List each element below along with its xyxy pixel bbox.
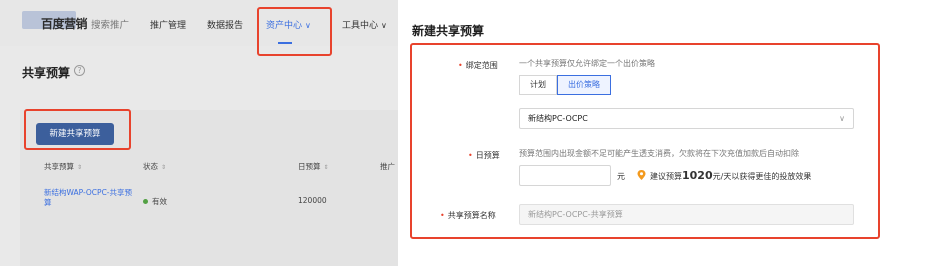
nav-item-tools-label: 工具中心 [342,21,379,31]
daily-budget-unit: 元 [617,172,625,181]
chevron-down-icon: ∨ [381,21,387,30]
nav-item-report[interactable]: 数据报告 [207,18,243,31]
sort-icon: ⇕ [161,164,167,171]
budget-suggestion: 建议预算1020元/天以获得更佳的投放效果 [650,169,811,182]
bid-strategy-select[interactable]: 新结构PC-OCPC ∨ [519,108,854,129]
budget-suggestion-prefix: 建议预算 [650,172,682,181]
column-header-name-label: 共享预算 [44,162,74,171]
bind-scope-option-plan[interactable]: 计划 [519,75,557,95]
screenshot-root: 百度营销 搜索推广 推广管理 数据报告 资产中心 ∨ 工具中心 ∨ 共享预算 ? 新… [0,0,926,266]
daily-budget-label-text: 日预算 [475,151,500,160]
column-header-name[interactable]: 共享预算 ⇕ [44,161,82,172]
column-header-status-label: 状态 [143,162,158,171]
nav-item-campaign[interactable]: 推广管理 [150,18,186,31]
help-icon[interactable]: ? [74,65,85,76]
bind-scope-hint: 一个共享预算仅允许绑定一个出价策略 [519,59,655,68]
budget-name-input[interactable]: 新结构PC-OCPC-共享预算 [519,204,854,225]
required-mark: • [440,211,445,220]
table-row-daily-budget: 120000 [298,196,327,205]
sort-icon: ⇕ [323,164,329,171]
location-pin-icon [637,170,646,180]
highlight-box-assets [257,7,332,56]
nav-item-tools[interactable]: 工具中心 ∨ [342,18,387,31]
bind-scope-label-text: 绑定范围 [465,61,498,70]
daily-budget-hint: 预算范围内出现金额不足可能产生透支消费，欠款将在下次充值加款后自动扣除 [519,149,799,158]
daily-budget-input[interactable] [519,165,611,186]
chevron-down-icon: ∨ [839,114,845,123]
table-row-name-link[interactable]: 新结构WAP-OCPC-共享预算 [44,188,134,208]
background-page: 百度营销 搜索推广 推广管理 数据报告 资产中心 ∨ 工具中心 ∨ 共享预算 ? 新… [0,0,398,266]
bind-scope-option-bid-strategy[interactable]: 出价策略 [557,75,611,95]
top-navigation: 百度营销 搜索推广 推广管理 数据报告 资产中心 ∨ 工具中心 ∨ [0,0,398,46]
daily-budget-label: • 日预算 [468,150,500,161]
bind-scope-toggle: 计划 出价策略 [519,75,611,95]
modal-title: 新建共享预算 [412,24,485,38]
budget-name-label-text: 共享预算名称 [447,211,496,220]
budget-name-label: • 共享预算名称 [440,210,496,221]
column-header-extra: 推广 [380,162,395,171]
column-header-budget[interactable]: 日预算 ⇕ [298,161,329,172]
required-mark: • [458,61,463,70]
column-header-budget-label: 日预算 [298,162,321,171]
status-dot-icon [143,199,148,204]
required-mark: • [468,151,473,160]
sort-icon: ⇕ [77,164,83,171]
bid-strategy-select-value: 新结构PC-OCPC [528,114,588,123]
budget-suggestion-amount: 1020 [682,169,713,182]
budget-suggestion-suffix: 元/天以获得更佳的投放效果 [712,172,812,181]
column-header-status[interactable]: 状态 ⇕ [143,161,166,172]
logo: 百度营销 [41,17,88,31]
logo-subtitle: 搜索推广 [91,20,130,31]
bind-scope-label: • 绑定范围 [458,60,498,71]
highlight-box-create [24,109,131,150]
table-row-status: 有效 [152,197,167,206]
page-title: 共享预算 [22,66,71,80]
